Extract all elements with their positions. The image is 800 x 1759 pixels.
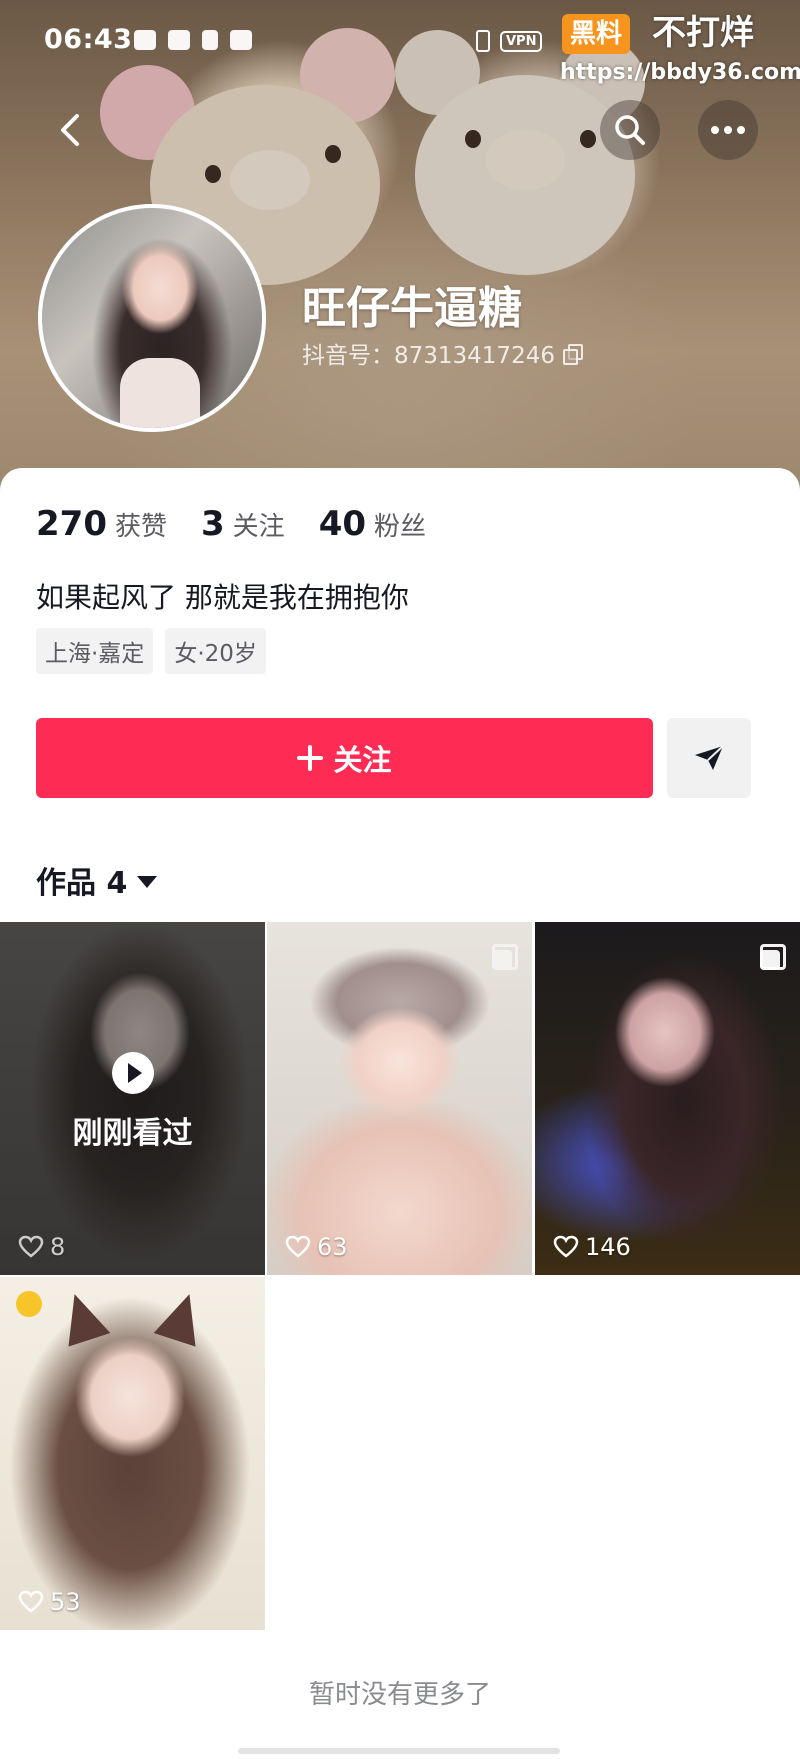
recently-watched: 刚刚看过	[0, 1052, 265, 1152]
multi-image-icon	[760, 944, 786, 970]
android-icon	[230, 30, 252, 50]
follow-button[interactable]: 关注	[36, 718, 653, 798]
download-icon	[202, 30, 218, 50]
like-count-text: 53	[50, 1588, 81, 1616]
multi-image-icon	[492, 944, 518, 970]
recently-watched-label: 刚刚看过	[72, 1116, 193, 1151]
like-count-text: 8	[50, 1233, 66, 1261]
stats-row: 270 获赞 3 关注 40 粉丝	[36, 504, 460, 544]
clipboard-icon	[168, 30, 190, 50]
like-count: 8	[18, 1233, 65, 1261]
stat-following[interactable]: 3 关注	[201, 504, 285, 544]
like-count-text: 146	[585, 1233, 631, 1261]
sticker-ear	[153, 1287, 211, 1347]
share-button[interactable]	[667, 718, 751, 798]
no-more-text: 暂时没有更多了	[308, 1680, 491, 1710]
heart-icon	[285, 1235, 311, 1258]
caret-down-icon	[137, 876, 158, 888]
like-count-text: 63	[317, 1233, 348, 1261]
watermark-text: 不打烊	[652, 13, 754, 53]
stat-label: 关注	[232, 512, 285, 542]
profile-tags: 上海·嘉定 女·20岁	[36, 628, 266, 674]
gender-age-tag: 女·20岁	[165, 628, 266, 674]
stat-label: 获赞	[114, 512, 167, 542]
stat-number: 3	[201, 504, 225, 544]
follow-label: 关注	[333, 743, 392, 777]
back-button[interactable]	[40, 100, 100, 160]
watermark-url: https://bbdy36.com	[560, 60, 800, 85]
work-tile[interactable]: 63	[267, 922, 532, 1275]
more-icon	[711, 126, 745, 134]
vibrate-icon	[476, 30, 490, 52]
heart-icon	[18, 1590, 44, 1613]
copy-icon[interactable]	[562, 344, 583, 365]
stat-label: 粉丝	[374, 512, 427, 542]
stat-followers[interactable]: 40 粉丝	[319, 504, 426, 544]
avatar-figure	[120, 358, 200, 428]
like-count: 63	[285, 1233, 348, 1261]
status-time: 06:43	[44, 24, 133, 55]
works-tab-label: 作品 4	[36, 866, 128, 901]
douyin-id-text: 抖音号：87313417246	[302, 343, 555, 369]
search-icon	[615, 115, 645, 145]
notification-icon	[134, 30, 156, 50]
status-right-icons: VPN	[476, 30, 543, 52]
home-indicator[interactable]	[238, 1748, 560, 1754]
back-icon	[61, 114, 79, 146]
share-icon	[695, 745, 724, 770]
like-count: 53	[18, 1588, 81, 1616]
stat-number: 40	[318, 504, 367, 544]
douyin-id[interactable]: 抖音号：87313417246	[302, 336, 583, 370]
nickname: 旺仔牛逼糖	[302, 283, 522, 334]
vpn-badge: VPN	[500, 30, 543, 52]
bio: 如果起风了 那就是我在拥抱你	[36, 581, 409, 614]
tab-works[interactable]: 作品 4	[36, 858, 158, 902]
play-icon	[111, 1052, 154, 1094]
smiley-sticker	[16, 1291, 42, 1317]
more-button[interactable]	[698, 100, 758, 160]
watermark-badge: 黑料	[562, 14, 631, 54]
work-tile[interactable]: 146	[535, 922, 800, 1275]
work-tile[interactable]: 刚刚看过 8	[0, 922, 265, 1275]
status-icons	[134, 30, 252, 50]
stat-number: 270	[36, 504, 107, 544]
stat-likes[interactable]: 270 获赞	[36, 504, 167, 544]
search-button[interactable]	[600, 100, 660, 160]
heart-icon	[553, 1235, 579, 1258]
location-tag: 上海·嘉定	[36, 628, 154, 674]
like-count: 146	[553, 1233, 631, 1261]
profile-card: 270 获赞 3 关注 40 粉丝 如果起风了 那就是我在拥抱你 上海·嘉定 女…	[0, 468, 800, 1759]
work-tile[interactable]: 53	[0, 1277, 265, 1630]
avatar[interactable]	[38, 204, 266, 432]
plus-icon	[297, 745, 324, 771]
heart-icon	[18, 1235, 44, 1258]
sticker-ear	[53, 1287, 111, 1347]
